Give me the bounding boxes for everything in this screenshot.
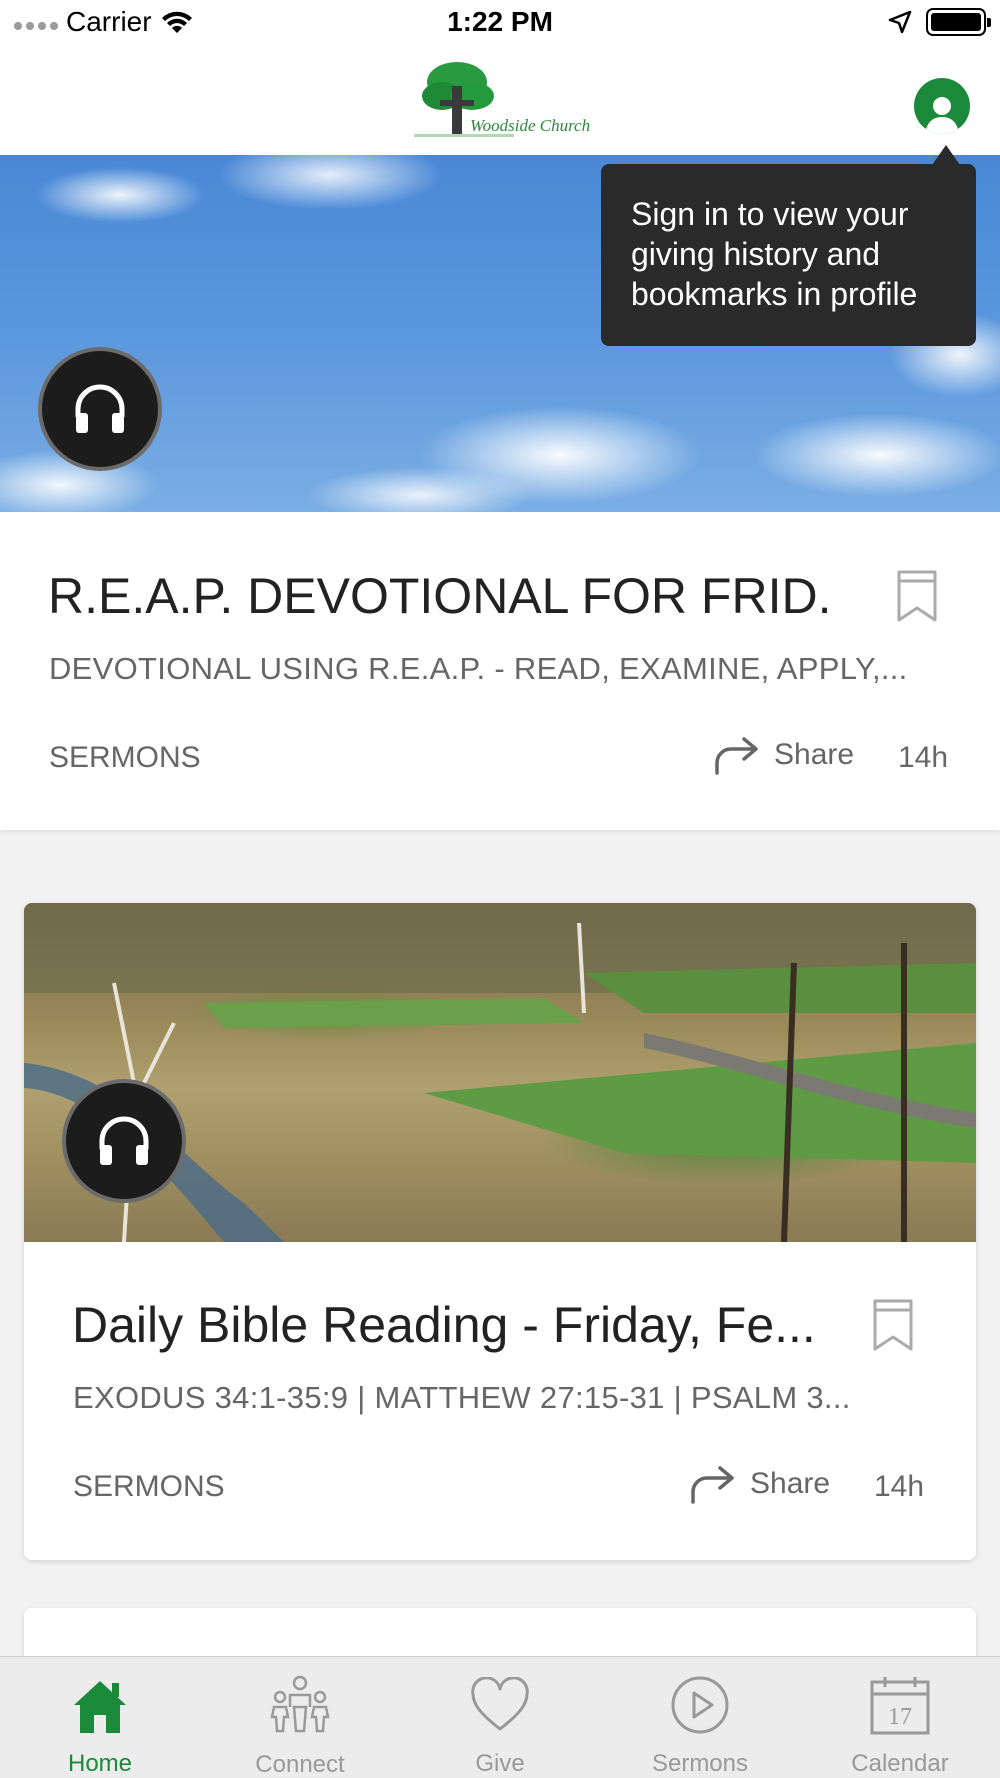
tooltip-line-1: Sign in to view your	[631, 196, 909, 232]
tab-calendar[interactable]: 17 Calendar	[800, 1657, 1000, 1778]
status-bar: Carrier 1:22 PM	[0, 0, 1000, 50]
calendar-day: 17	[888, 1704, 912, 1730]
tab-label: Sermons	[651, 1750, 749, 1777]
status-right	[888, 8, 991, 36]
share-arrow-icon	[715, 737, 758, 775]
card-subtitle: EXODUS 34:1-35:9 | MATTHEW 27:15-31 | PS…	[73, 1380, 851, 1415]
card-title: R.E.A.P. DEVOTIONAL FOR FRID...	[48, 568, 828, 624]
calendar-icon: 17	[870, 1676, 930, 1734]
card-age: 14h	[898, 741, 949, 774]
play-audio-button[interactable]	[38, 347, 162, 471]
share-label: Share	[750, 1467, 831, 1500]
location-arrow-icon	[888, 10, 912, 34]
headphones-icon	[99, 1116, 149, 1165]
tab-bar: Home Connect Give Sermons 17 Calendar	[0, 1656, 1000, 1778]
person-icon	[925, 97, 959, 134]
home-icon	[74, 1680, 126, 1733]
app-header: Woodside Church	[0, 50, 1000, 155]
card-age: 14h	[874, 1470, 925, 1503]
tab-label: Calendar	[851, 1750, 949, 1777]
tab-home[interactable]: Home	[0, 1657, 200, 1778]
share-label: Share	[774, 738, 855, 771]
profile-button[interactable]	[914, 78, 970, 134]
tooltip-line-3: bookmarks in profile	[631, 276, 918, 312]
heart-icon	[471, 1676, 529, 1730]
tab-label: Give	[475, 1750, 525, 1777]
headphones-icon	[75, 384, 125, 433]
tab-give[interactable]: Give	[400, 1657, 600, 1778]
card-subtitle: DEVOTIONAL USING R.E.A.P. - READ, EXAMIN…	[49, 651, 908, 686]
share-button[interactable]: Share	[714, 735, 854, 775]
tab-label: Connect	[255, 1751, 345, 1778]
people-icon	[270, 1675, 330, 1733]
card-category: SERMONS	[73, 1470, 225, 1503]
tooltip-arrow	[932, 145, 960, 165]
play-circle-icon	[671, 1676, 729, 1733]
bookmark-icon[interactable]	[872, 1298, 914, 1352]
logo-text: Woodside Church	[470, 116, 591, 135]
share-button[interactable]: Share	[690, 1464, 830, 1504]
share-arrow-icon	[691, 1466, 734, 1504]
card-category: SERMONS	[49, 741, 201, 774]
tab-label: Home	[67, 1750, 133, 1777]
sign-in-tooltip[interactable]: Sign in to view your giving history and …	[601, 164, 976, 346]
status-time: 1:22 PM	[447, 6, 553, 37]
feed-card[interactable]: Daily Bible Reading - Friday, Fe... EXOD…	[24, 903, 976, 1560]
card-hero-image	[24, 903, 976, 1242]
tooltip-line-2: giving history and	[631, 236, 881, 272]
card-title: Daily Bible Reading - Friday, Fe...	[72, 1297, 812, 1353]
tab-connect[interactable]: Connect	[200, 1657, 400, 1778]
battery-icon	[926, 8, 991, 36]
golf-course-scene	[24, 903, 976, 1242]
bookmark-icon[interactable]	[896, 569, 938, 623]
tab-sermons[interactable]: Sermons	[600, 1657, 800, 1778]
play-audio-button[interactable]	[62, 1079, 186, 1203]
